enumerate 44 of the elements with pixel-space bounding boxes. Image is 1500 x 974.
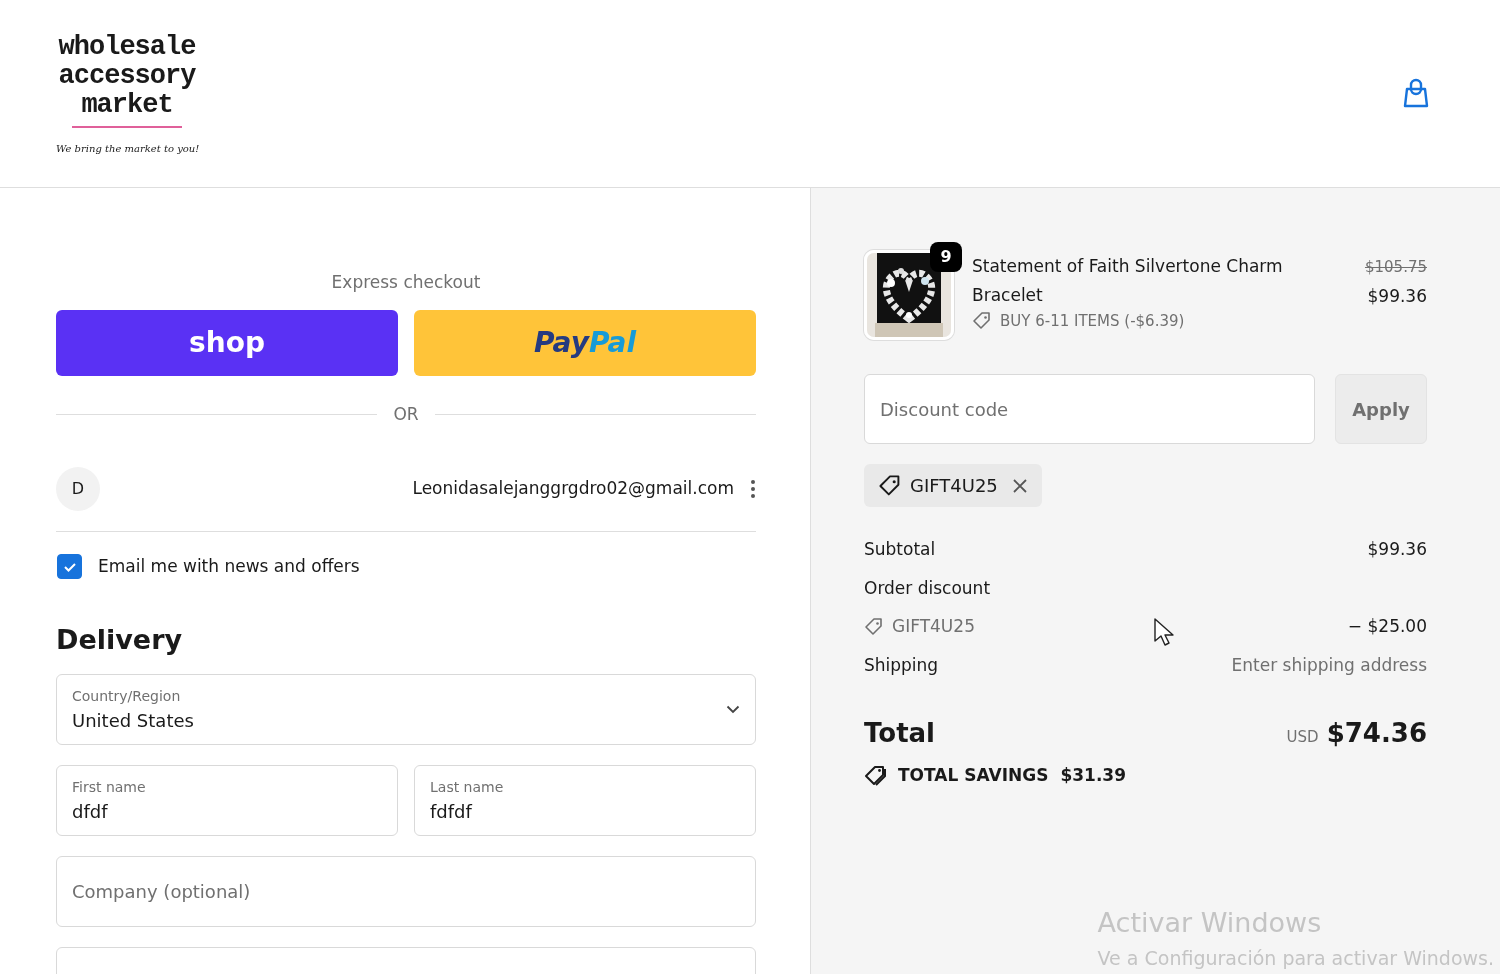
- input-field[interactable]: Last name fdfdf: [414, 765, 756, 836]
- discount-tag: GIFT4U25: [864, 464, 1042, 507]
- summary-label: Shipping: [864, 653, 939, 677]
- input-field[interactable]: Company (optional): [56, 856, 756, 927]
- paypal-button[interactable]: PayPal: [414, 309, 756, 376]
- email-text: Leonidasalejanggrgdro02@gmail.com: [412, 477, 734, 501]
- product-discount: BUY 6-11 ITEMS (-$6.39): [972, 310, 1365, 333]
- quantity-badge: 9: [930, 242, 962, 272]
- product-name: Statement of Faith Silvertone Charm Bracelet: [972, 255, 1284, 307]
- savings-value: $31.39: [1060, 764, 1126, 787]
- cursor-icon: [1154, 618, 1174, 646]
- summary-value: Enter shipping address: [1231, 653, 1427, 677]
- summary-label: Subtotal: [864, 538, 936, 561]
- chevron-down-icon: [726, 705, 740, 714]
- total-value: $74.36: [1326, 717, 1427, 750]
- summary-label: Order discount: [864, 576, 991, 600]
- logo-tagline: We bring the market to you!: [56, 142, 200, 157]
- summary-value: − $25.00: [1347, 615, 1427, 638]
- total-label: Total: [864, 717, 936, 750]
- divider-text: OR: [393, 402, 419, 426]
- summary-value: $99.36: [1367, 538, 1427, 561]
- original-price: $105.75: [1364, 257, 1427, 278]
- checkbox-label: Email me with news and offers: [98, 555, 360, 578]
- shop-pay-button[interactable]: shop: [56, 309, 398, 376]
- logo-text: market: [80, 91, 174, 121]
- tag-icon: [878, 473, 902, 498]
- select-field[interactable]: Country/Region United States: [56, 674, 756, 745]
- savings-label: TOTAL SAVINGS: [898, 764, 1049, 787]
- apply-button[interactable]: Apply: [1335, 374, 1427, 444]
- shopping-bag-icon[interactable]: [1402, 77, 1430, 110]
- logo-text: wholesale: [57, 33, 197, 63]
- tag-icon: [864, 616, 884, 637]
- logo-text: accessory: [57, 62, 197, 92]
- section-heading: Express checkout: [330, 271, 482, 294]
- section-heading: Delivery: [56, 622, 184, 657]
- more-options-icon[interactable]: [750, 479, 756, 499]
- price: $99.36: [1366, 284, 1427, 308]
- currency-code: USD: [1286, 727, 1319, 748]
- input-field[interactable]: First name dfdf: [56, 765, 398, 836]
- checkbox[interactable]: [57, 554, 82, 580]
- discount-code-label: GIFT4U25: [864, 614, 975, 640]
- tag-icon: [972, 311, 992, 332]
- discount-code-field[interactable]: Discount code: [864, 374, 1315, 444]
- avatar: D: [56, 467, 100, 511]
